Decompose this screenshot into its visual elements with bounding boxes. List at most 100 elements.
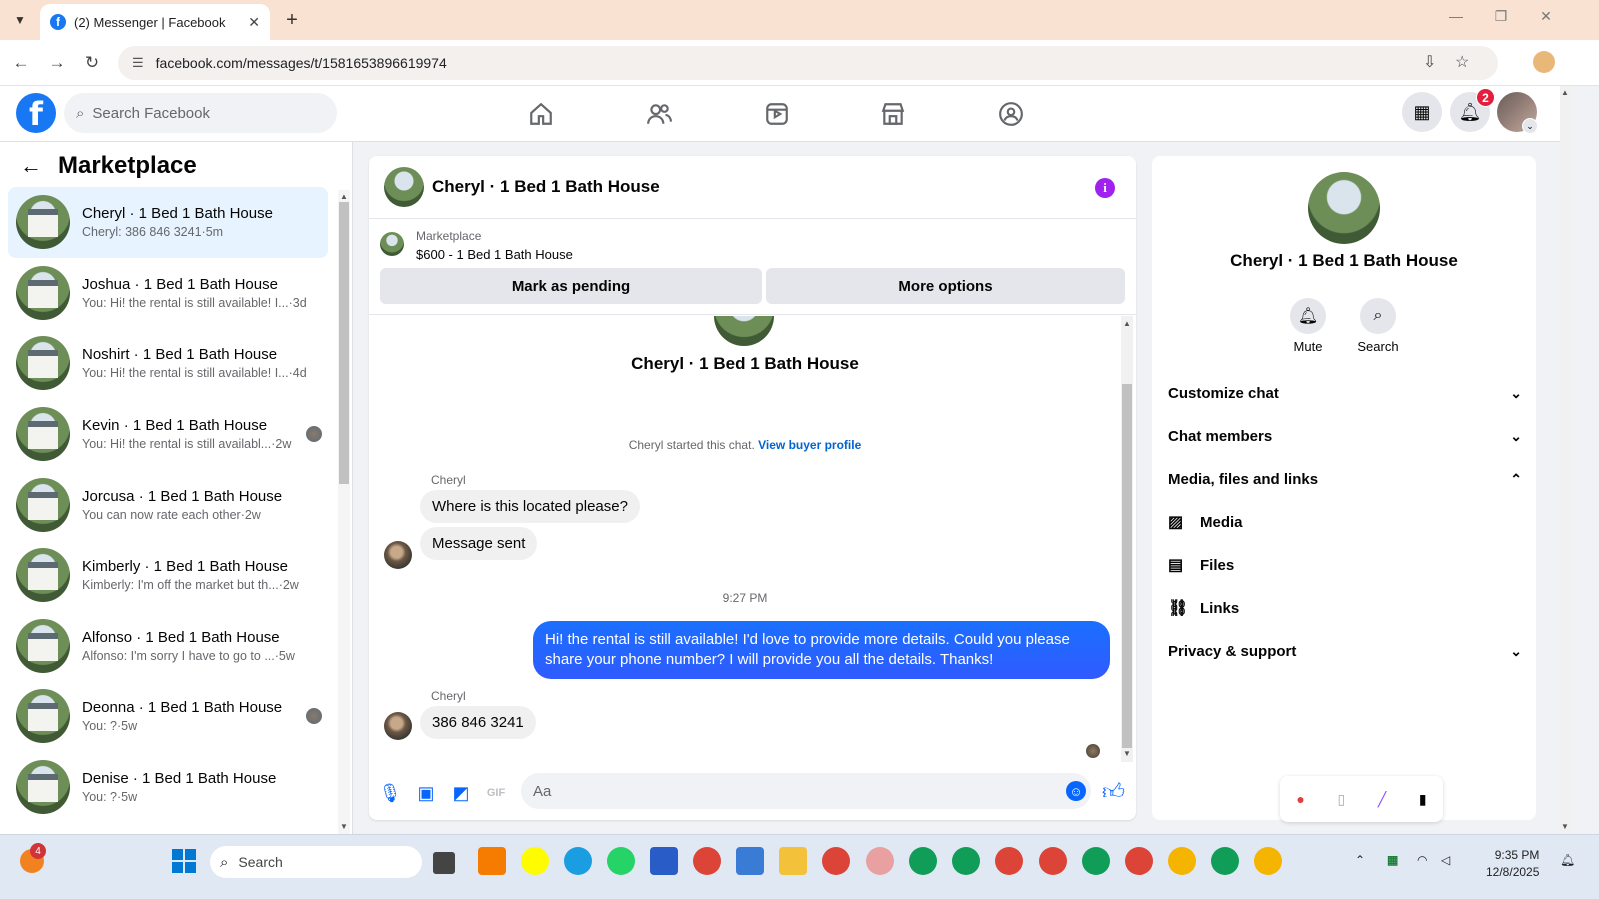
chat-avatar[interactable] (384, 167, 424, 207)
message-input-field[interactable] (521, 773, 1091, 809)
thread-scrollbar[interactable]: ▲ ▼ (1121, 316, 1133, 762)
back-arrow-icon[interactable]: ← (20, 153, 42, 179)
thumbs-up-icon[interactable]: 👍︎ (1102, 778, 1125, 805)
chrome-icon[interactable] (1082, 847, 1110, 875)
search-chat-button[interactable]: ⌕ Search (1348, 298, 1408, 354)
marketplace-icon[interactable] (877, 98, 909, 130)
chat-members-section[interactable]: Chat members ⌄ (1168, 416, 1522, 456)
minimize-icon[interactable]: — (1441, 8, 1471, 24)
whatsapp-icon[interactable] (607, 847, 635, 875)
scroll-down-icon[interactable]: ▼ (1123, 749, 1131, 758)
scroll-up-icon[interactable]: ▲ (1561, 88, 1569, 97)
conversation-item[interactable]: Noshirt · 1 Bed 1 Bath House You: Hi! the… (8, 328, 328, 399)
install-app-icon[interactable]: ⇩ (1423, 52, 1436, 72)
details-avatar[interactable] (1308, 172, 1380, 244)
tab-search-chevron-icon[interactable]: ▼ (8, 8, 32, 32)
cup-icon[interactable]: ▯ (1337, 791, 1345, 808)
sheets-tray-icon[interactable]: ▦ (1387, 853, 1398, 867)
forward-icon[interactable]: → (46, 52, 68, 74)
conversation-item[interactable]: Kimberly · 1 Bed 1 Bath House Kimberly: I… (8, 540, 328, 611)
media-files-links-section[interactable]: Media, files and links ⌃ (1168, 459, 1522, 499)
chrome-icon[interactable] (1039, 847, 1067, 875)
snapchat-icon[interactable] (521, 847, 549, 875)
friends-icon[interactable] (643, 98, 675, 130)
conversation-item[interactable]: Denise · 1 Bed 1 Bath House You: ? ·5w (8, 752, 328, 823)
chrome-icon[interactable] (822, 847, 850, 875)
chrome-icon[interactable] (693, 847, 721, 875)
terminal-icon[interactable] (736, 847, 764, 875)
chrome-icon[interactable] (866, 847, 894, 875)
privacy-support-section[interactable]: Privacy & support ⌄ (1168, 631, 1522, 671)
customize-chat-section[interactable]: Customize chat ⌄ (1168, 373, 1522, 413)
wifi-icon[interactable]: ◠ (1417, 853, 1427, 867)
chat-title[interactable]: Cheryl · 1 Bed 1 Bath House (432, 177, 660, 197)
conversation-item[interactable]: Kevin · 1 Bed 1 Bath House You: Hi! the r… (8, 399, 328, 470)
chart-icon[interactable]: ▮ (1419, 791, 1427, 808)
outgoing-message[interactable]: Hi! the rental is still available! I'd l… (533, 621, 1110, 679)
incoming-message[interactable]: Where is this located please? (420, 490, 640, 523)
facebook-logo-icon[interactable]: f (16, 93, 56, 133)
media-item[interactable]: ▨ Media (1168, 502, 1522, 542)
conversation-item[interactable]: Alfonso · 1 Bed 1 Bath House Alfonso: I'm… (8, 611, 328, 682)
scroll-up-icon[interactable]: ▲ (340, 192, 348, 201)
listing-title[interactable]: $600 - 1 Bed 1 Bath House (416, 247, 573, 262)
files-item[interactable]: ▤ Files (1168, 545, 1522, 585)
bookmark-star-icon[interactable]: ☆ (1455, 52, 1469, 72)
reload-icon[interactable]: ↻ (81, 52, 103, 74)
incoming-message[interactable]: 386 846 3241 (420, 706, 536, 739)
message-input[interactable] (533, 782, 1033, 800)
video-icon[interactable] (761, 98, 793, 130)
scroll-down-icon[interactable]: ▼ (1561, 822, 1569, 831)
conversation-item[interactable]: Deonna · 1 Bed 1 Bath House You: ? ·5w (8, 681, 328, 752)
microphone-icon[interactable]: 🎙︎ (378, 781, 402, 805)
scroll-thumb[interactable] (1122, 384, 1132, 748)
emoji-icon[interactable]: ☺ (1066, 781, 1086, 801)
attach-photo-icon[interactable]: ▣ (414, 781, 438, 805)
clock[interactable]: 9:35 PM 12/8/2025 (1486, 847, 1539, 881)
chrome-icon[interactable] (1125, 847, 1153, 875)
sticker-icon[interactable]: ◩ (449, 781, 473, 805)
conversation-item[interactable]: Joshua · 1 Bed 1 Bath House You: Hi! the … (8, 258, 328, 329)
conversation-item[interactable]: Jorcusa · 1 Bed 1 Bath House You can now … (8, 469, 328, 540)
start-icon[interactable] (172, 849, 196, 873)
chrome-icon[interactable] (1211, 847, 1239, 875)
file-app-icon[interactable] (433, 852, 455, 874)
gif-icon[interactable]: GIF (484, 781, 508, 805)
site-info-icon[interactable]: ☰ (132, 55, 144, 71)
tray-overflow-icon[interactable]: ⌃ (1355, 853, 1365, 867)
notification-center-icon[interactable]: 🔔︎ (1560, 853, 1575, 867)
scroll-down-icon[interactable]: ▼ (340, 822, 348, 831)
incoming-message[interactable]: Message sent (420, 527, 538, 560)
page-scrollbar[interactable]: ▲ ▼ (1560, 86, 1571, 834)
facebook-search[interactable]: ⌕ (64, 93, 337, 133)
pen-icon[interactable]: ╱ (1378, 791, 1386, 808)
maximize-icon[interactable]: ❐ (1486, 8, 1516, 25)
mute-button[interactable]: 🔔︎ Mute (1278, 298, 1338, 354)
mark-as-pending-button[interactable]: Mark as pending (380, 268, 762, 304)
account-chevron-icon[interactable]: ⌄ (1522, 118, 1538, 134)
listing-thumbnail[interactable] (380, 232, 404, 256)
browser-profile-icon[interactable] (1533, 51, 1555, 73)
links-item[interactable]: ⛓︎ Links (1168, 588, 1522, 628)
conversation-item[interactable]: Cheryl · 1 Bed 1 Bath House Cheryl: 386 8… (8, 187, 328, 258)
scroll-up-icon[interactable]: ▲ (1123, 319, 1131, 328)
chrome-icon[interactable] (952, 847, 980, 875)
chrome-icon[interactable] (1254, 847, 1282, 875)
apps-menu-icon[interactable]: ▦ (1402, 92, 1442, 132)
vlc-icon[interactable] (478, 847, 506, 875)
chrome-icon[interactable] (1168, 847, 1196, 875)
close-tab-icon[interactable]: ✕ (248, 14, 260, 31)
list-scrollbar[interactable]: ▲ ▼ (338, 190, 350, 834)
edge-icon[interactable] (564, 847, 592, 875)
info-icon[interactable]: i (1095, 178, 1115, 198)
back-icon[interactable]: ← (10, 52, 32, 74)
scroll-thumb[interactable] (339, 202, 349, 484)
chrome-icon[interactable] (909, 847, 937, 875)
more-options-button[interactable]: More options (766, 268, 1125, 304)
browser-tab[interactable]: f (2) Messenger | Facebook ✕ (40, 4, 270, 40)
color-palette-icon[interactable]: ● (1296, 791, 1304, 807)
facebook-search-input[interactable] (92, 104, 293, 122)
store-icon[interactable] (650, 847, 678, 875)
taskbar-search[interactable]: ⌕ Search (210, 846, 422, 878)
chrome-icon[interactable] (995, 847, 1023, 875)
